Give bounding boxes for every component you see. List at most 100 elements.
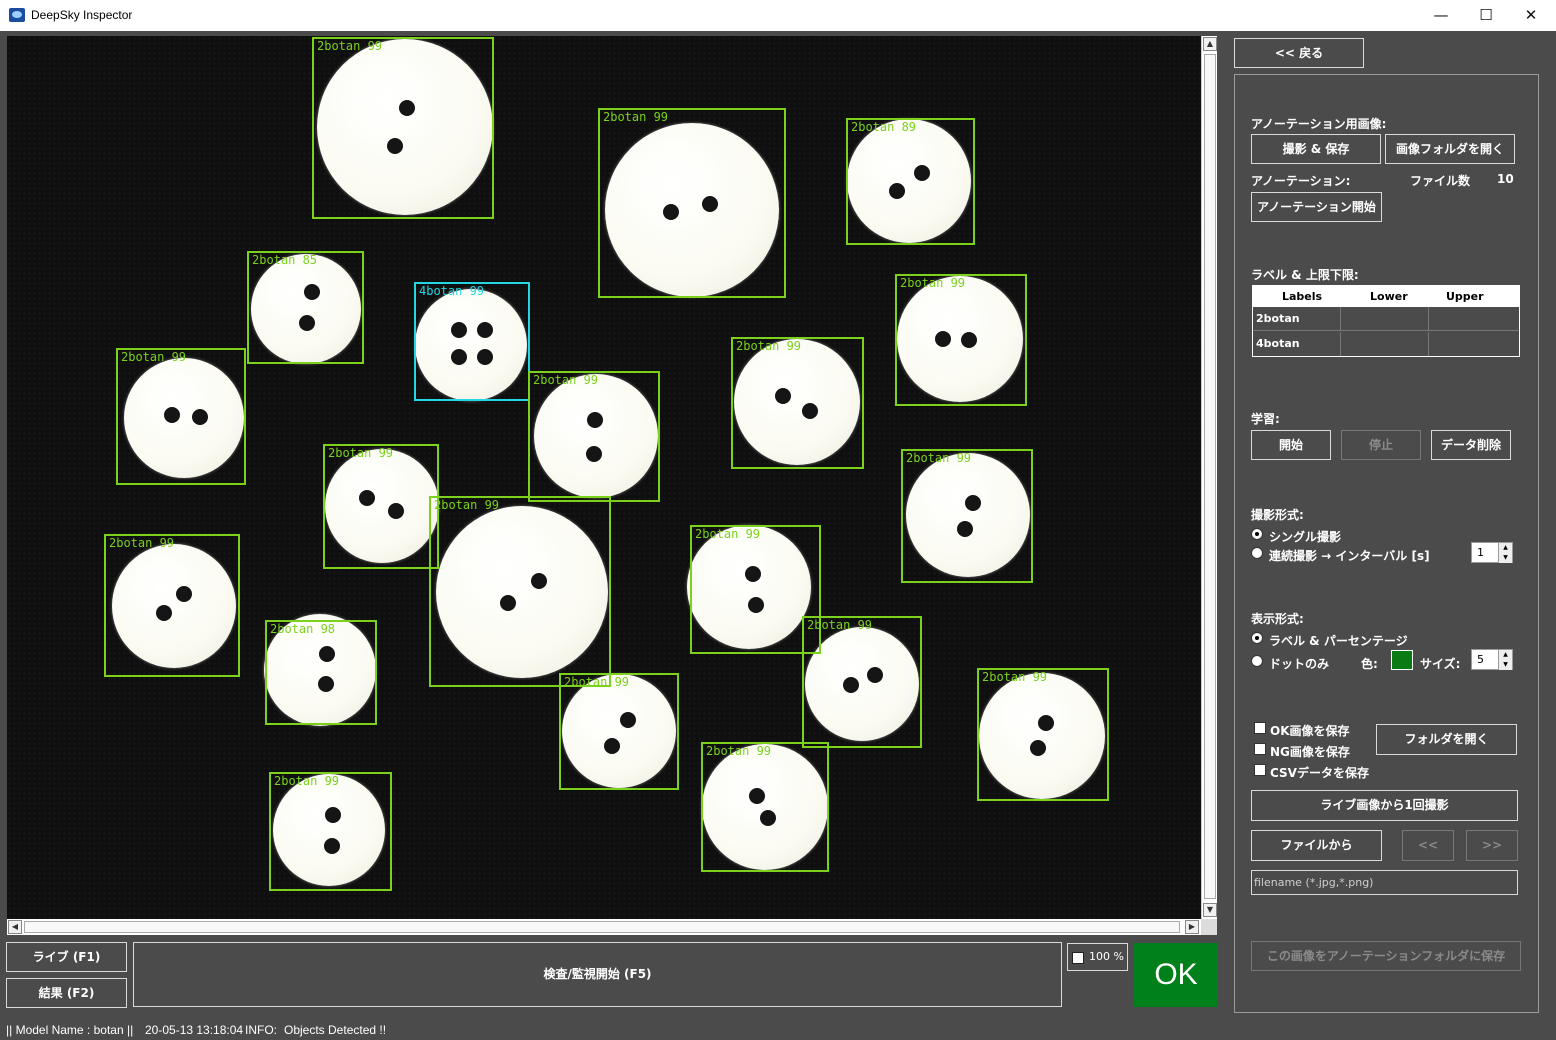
horizontal-scrollbar[interactable]: ◀ ▶ [7,919,1201,935]
app-logo-icon [9,8,25,22]
detection-box: 2botan 99 [429,496,611,687]
detection-label: 2botan 99 [906,451,972,465]
row-label: 2botan [1256,312,1300,325]
scroll-right-icon[interactable]: ▶ [1185,920,1199,934]
single-capture-radio[interactable] [1251,528,1263,540]
detection-label: 2botan 99 [109,536,175,550]
interval-value: 1 [1477,546,1484,559]
upper-cell[interactable] [1429,332,1519,356]
detection-box: 2botan 99 [901,449,1033,583]
label-limits-table[interactable]: Labels Lower Upper 2botan 4botan [1252,285,1520,357]
file-count-label: ファイル数 [1410,174,1471,188]
size-stepper[interactable]: 5 ▲ ▼ [1471,649,1513,670]
result-button[interactable]: 結果 (F2) [6,978,127,1008]
detection-label: 4botan 99 [419,284,485,298]
back-button[interactable]: << 戻る [1234,38,1364,68]
save-ng-label: NG画像を保存 [1270,745,1350,759]
open-image-folder-button[interactable]: 画像フォルダを開く [1385,134,1515,164]
info-label: INFO: [245,1023,277,1037]
detection-box: 2botan 99 [802,616,922,748]
label-percentage-radio[interactable] [1251,632,1263,644]
next-file-button[interactable]: >> [1466,830,1518,861]
detection-label: 2botan 99 [317,39,383,53]
stepper-down-icon[interactable]: ▼ [1498,660,1512,670]
minimize-button[interactable]: — [1418,0,1464,31]
close-button[interactable]: ✕ [1508,0,1554,31]
prev-file-button[interactable]: << [1402,830,1454,861]
table-row[interactable]: 2botan [1253,307,1519,331]
inspect-start-button[interactable]: 検査/監視開始 (F5) [133,942,1062,1007]
detection-box: 4botan 99 [414,282,530,401]
save-ok-checkbox[interactable] [1254,722,1266,734]
header-lower: Lower [1370,290,1408,303]
from-file-button[interactable]: ファイルから [1251,830,1382,861]
capture-save-button[interactable]: 撮影 & 保存 [1251,134,1381,164]
detection-label: 2botan 99 [695,527,761,541]
detection-box: 2botan 99 [104,534,240,677]
status-verdict: OK [1134,943,1218,1007]
live-button[interactable]: ライブ (F1) [6,942,127,972]
lower-cell[interactable] [1341,307,1429,331]
annot-image-heading: アノーテーション用画像: [1251,117,1387,131]
lower-cell[interactable] [1341,332,1429,356]
size-value: 5 [1477,653,1484,666]
vertical-scroll-thumb[interactable] [1204,54,1216,899]
header-upper: Upper [1446,290,1484,303]
stepper-down-icon[interactable]: ▼ [1498,553,1512,563]
detection-label: 2botan 99 [900,276,966,290]
start-annotation-button[interactable]: アノーテーション開始 [1251,192,1382,222]
stepper-up-icon[interactable]: ▲ [1498,543,1512,553]
save-csv-checkbox[interactable] [1254,764,1266,776]
detection-box: 2botan 99 [977,668,1109,801]
detection-box: 2botan 98 [265,620,377,725]
detection-box: 2botan 89 [846,118,975,245]
scroll-left-icon[interactable]: ◀ [8,920,22,934]
detection-box: 2botan 99 [269,772,392,891]
detection-label: 2botan 89 [851,120,917,134]
interval-stepper[interactable]: 1 ▲ ▼ [1471,542,1513,563]
vertical-scrollbar[interactable]: ▲ ▼ [1201,36,1217,919]
detection-label: 2botan 99 [564,675,630,689]
color-swatch[interactable] [1391,650,1413,670]
open-folder-button[interactable]: フォルダを開く [1376,724,1517,755]
maximize-button[interactable]: ☐ [1463,0,1509,31]
delete-data-button[interactable]: データ削除 [1431,430,1511,460]
table-header: Labels Lower Upper [1253,286,1519,307]
label-percentage-label: ラベル & パーセンテージ [1269,634,1408,648]
info-text: Objects Detected !! [284,1023,387,1037]
scroll-up-icon[interactable]: ▲ [1203,37,1217,51]
zoom-checkbox[interactable] [1072,952,1084,964]
save-csv-label: CSVデータを保存 [1270,766,1369,780]
table-row[interactable]: 4botan [1253,332,1519,356]
scroll-down-icon[interactable]: ▼ [1203,903,1217,917]
continuous-capture-radio[interactable] [1251,547,1263,559]
detection-label: 2botan 99 [982,670,1048,684]
model-name: || Model Name : botan || [6,1023,134,1037]
camera-image-viewport[interactable]: 2botan 99 2botan 99 2botan 89 2botan 85 4bot… [7,36,1201,919]
capture-from-live-button[interactable]: ライブ画像から1回撮影 [1251,790,1518,821]
save-ok-label: OK画像を保存 [1270,724,1350,738]
detection-box: 2botan 99 [701,742,829,872]
zoom-toggle[interactable]: 100 % [1067,943,1128,971]
detection-label: 2botan 99 [603,110,669,124]
filename-input[interactable]: filename (*.jpg,*.png) [1251,870,1518,895]
learn-stop-button[interactable]: 停止 [1341,430,1421,460]
size-label: サイズ: [1420,657,1461,671]
detection-box: 2botan 99 [323,444,439,569]
save-ng-checkbox[interactable] [1254,743,1266,755]
horizontal-scroll-thumb[interactable] [24,921,1180,933]
detection-label: 2botan 99 [434,498,500,512]
zoom-label: 100 % [1089,950,1124,963]
learn-start-button[interactable]: 開始 [1251,430,1331,460]
annotation-heading: アノーテーション: [1251,174,1351,188]
detection-label: 2botan 85 [252,253,318,267]
detection-label: 2botan 99 [121,350,187,364]
detection-box: 2botan 99 [312,37,494,219]
dot-only-label: ドットのみ [1269,657,1330,671]
save-to-annotation-folder-button[interactable]: この画像をアノーテーションフォルダに保存 [1251,941,1521,971]
detection-box: 2botan 99 [731,337,864,469]
detection-label: 2botan 99 [807,618,873,632]
dot-only-radio[interactable] [1251,655,1263,667]
stepper-up-icon[interactable]: ▲ [1498,650,1512,660]
upper-cell[interactable] [1429,307,1519,331]
